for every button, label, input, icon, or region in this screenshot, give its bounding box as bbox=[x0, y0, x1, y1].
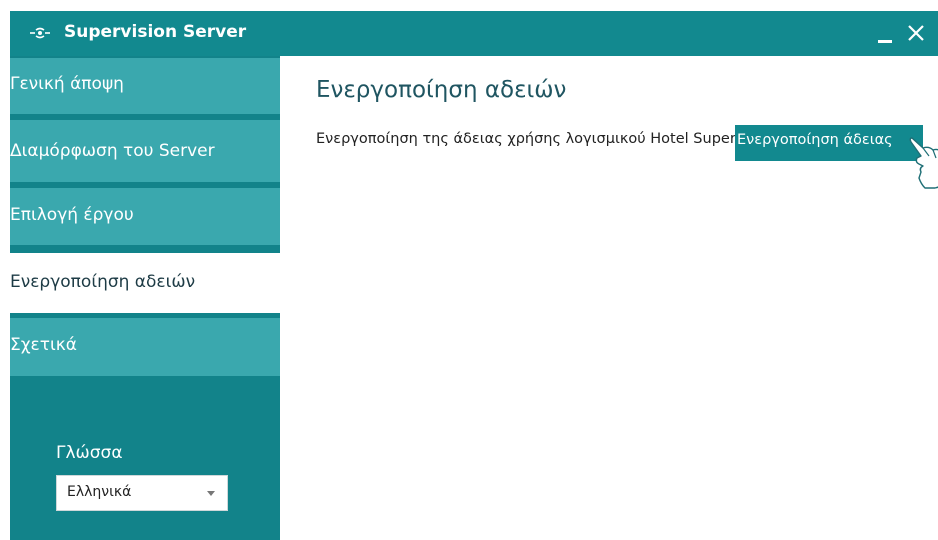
close-icon bbox=[908, 25, 924, 41]
sidebar-item-overview[interactable]: Γενική άποψη bbox=[10, 58, 280, 114]
sidebar-item-label: Ενεργοποίηση αδειών bbox=[10, 272, 196, 292]
license-description: Ενεργοποίηση της άδειας χρήσης λογισμικο… bbox=[316, 131, 779, 147]
chevron-down-icon bbox=[207, 491, 215, 496]
page-title: Ενεργοποίηση αδειών bbox=[316, 77, 567, 103]
supervision-logo-icon bbox=[28, 24, 52, 42]
title-bar: Supervision Server bbox=[10, 11, 938, 56]
sidebar-item-label: Επιλογή έργου bbox=[10, 205, 134, 225]
activate-license-button[interactable]: Ενεργοποίηση άδειας bbox=[735, 125, 923, 161]
sidebar-item-about[interactable]: Σχετικά bbox=[10, 318, 280, 376]
main-content: Ενεργοποίηση αδειών Ενεργοποίηση της άδε… bbox=[280, 56, 938, 540]
language-label: Γλώσσα bbox=[56, 443, 123, 463]
sidebar-item-label: Γενική άποψη bbox=[10, 74, 124, 94]
sidebar-item-server-configuration[interactable]: Διαμόρφωση του Server bbox=[10, 120, 280, 182]
sidebar-item-license-activation[interactable]: Ενεργοποίηση αδειών bbox=[10, 253, 280, 313]
language-select[interactable]: Ελληνικά bbox=[56, 475, 228, 511]
sidebar: Γενική άποψη Διαμόρφωση του Server Επιλο… bbox=[10, 56, 280, 540]
supervision-server-window: Supervision Server Γενική άποψη Διαμόρφω… bbox=[10, 11, 938, 540]
close-button[interactable] bbox=[903, 17, 931, 49]
sidebar-item-label: Διαμόρφωση του Server bbox=[10, 141, 215, 161]
language-select-value: Ελληνικά bbox=[67, 484, 132, 500]
window-title: Supervision Server bbox=[64, 22, 247, 42]
sidebar-item-project-selection[interactable]: Επιλογή έργου bbox=[10, 188, 280, 245]
minimize-icon bbox=[878, 40, 892, 43]
activate-license-button-label: Ενεργοποίηση άδειας bbox=[737, 132, 893, 148]
sidebar-item-label: Σχετικά bbox=[10, 335, 77, 355]
minimize-button[interactable] bbox=[872, 17, 900, 49]
